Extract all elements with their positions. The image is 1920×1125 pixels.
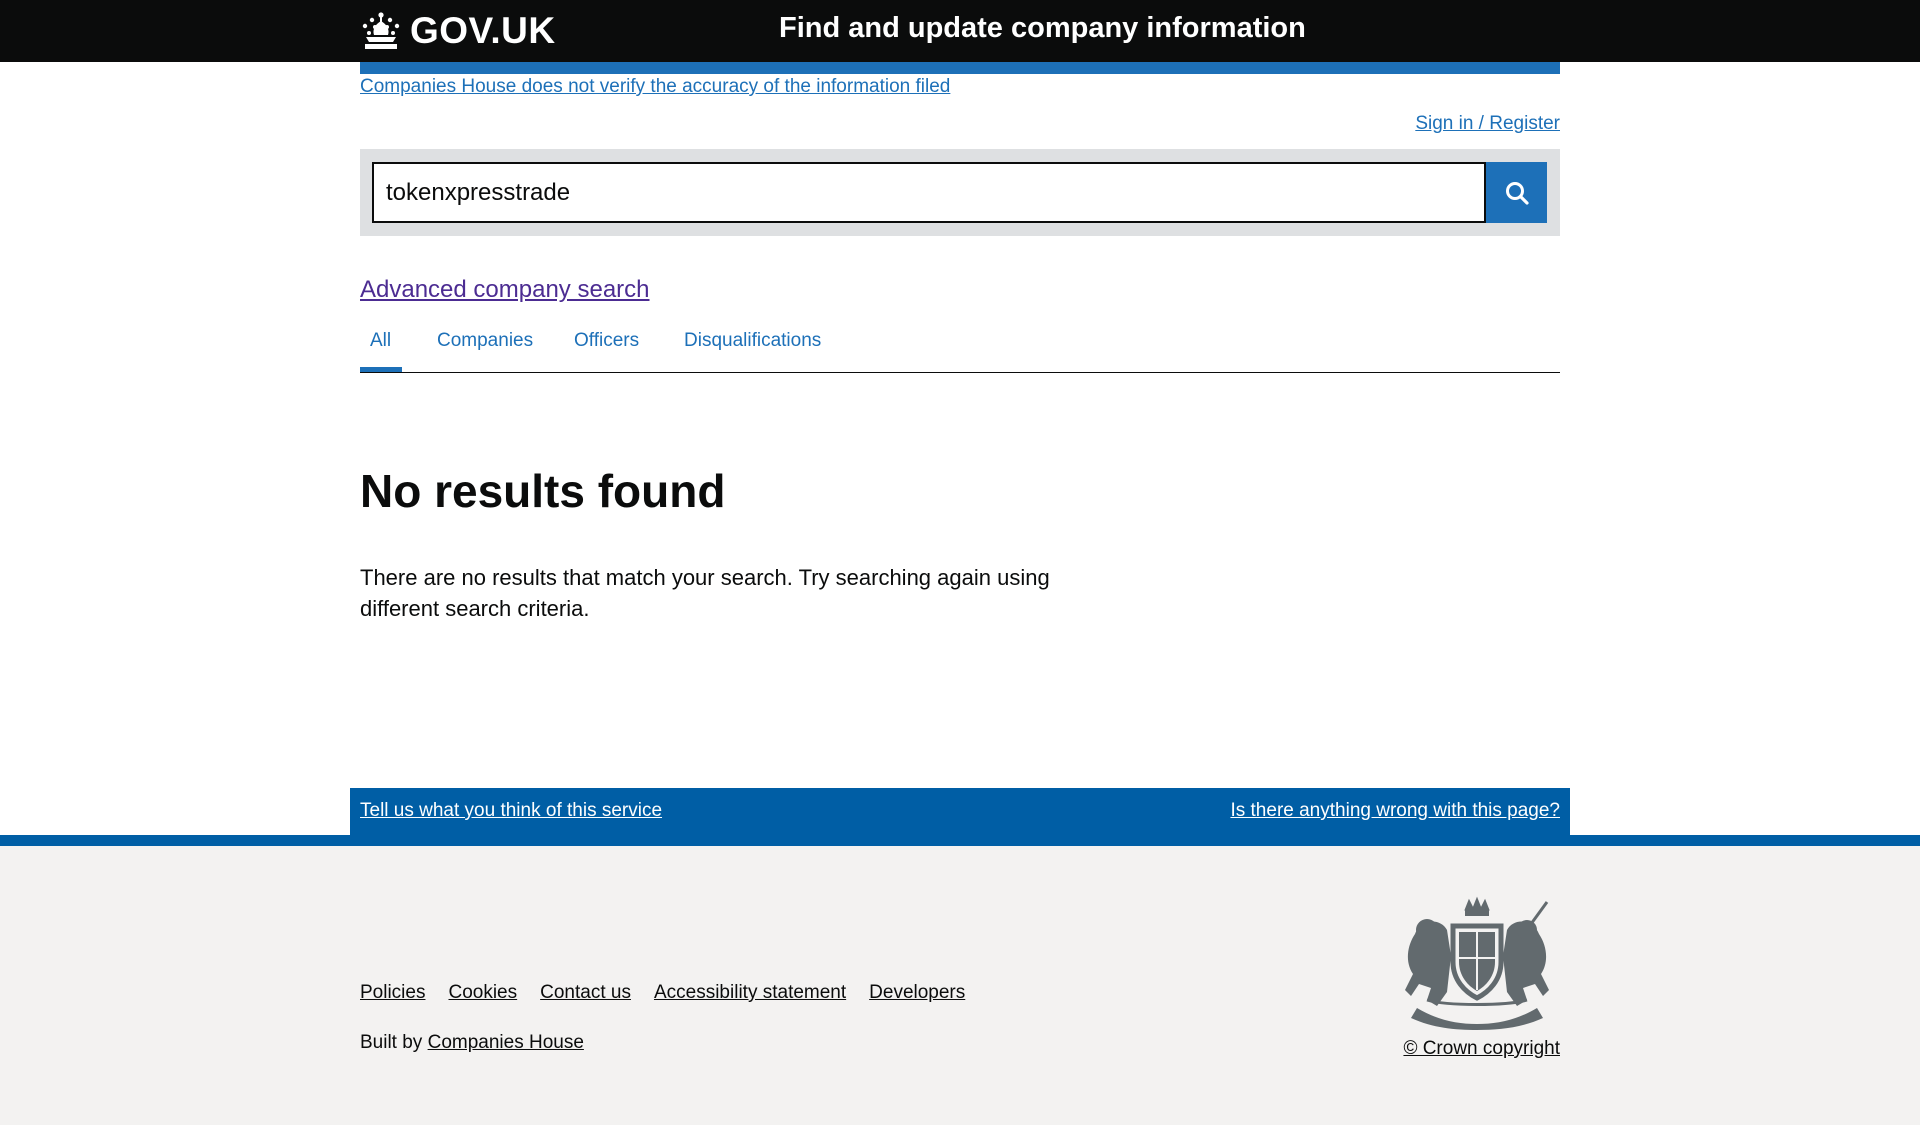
search-input[interactable] [372,162,1486,223]
built-by-prefix: Built by [360,1032,423,1053]
disclaimer-link[interactable]: Companies House does not verify the accu… [360,76,950,98]
royal-coat-of-arms-icon [1405,896,1549,1030]
service-feedback-link[interactable]: Tell us what you think of this service [360,800,662,822]
footer-links: Policies Cookies Contact us Accessibilit… [360,982,965,1004]
advanced-company-search-link[interactable]: Advanced company search [360,276,650,304]
crown-copyright-link[interactable]: © Crown copyright [1403,1038,1560,1060]
site-footer: Policies Cookies Contact us Accessibilit… [0,846,1920,1125]
companies-house-link[interactable]: Companies House [428,1032,584,1053]
search-panel [360,149,1560,236]
site-header: GOV.UK Find and update company informati… [0,0,1920,62]
search-type-tabs: All Companies Officers Disqualifications [360,324,1560,373]
footer-link-developers[interactable]: Developers [869,982,965,1004]
report-problem-link[interactable]: Is there anything wrong with this page? [1230,800,1560,822]
built-by-text: Built by Companies House [360,1032,584,1054]
no-results-message: There are no results that match your sea… [360,565,1050,621]
header-blue-rule [360,62,1560,74]
footer-link-cookies[interactable]: Cookies [448,982,517,1004]
tab-all[interactable]: All [370,330,391,352]
search-button[interactable] [1486,162,1547,223]
feedback-banner: Tell us what you think of this service I… [350,788,1570,835]
tab-disqualifications[interactable]: Disqualifications [684,330,821,352]
service-name-link[interactable]: Find and update company information [779,12,1306,45]
selected-tab-indicator [360,367,402,372]
page-title: No results found [360,465,726,517]
crown-icon [362,12,400,49]
footer-link-accessibility[interactable]: Accessibility statement [654,982,846,1004]
footer-link-policies[interactable]: Policies [360,982,425,1004]
logo-text: GOV.UK [410,10,556,51]
govuk-logo-link[interactable]: GOV.UK [360,8,556,54]
footer-link-contact-us[interactable]: Contact us [540,982,631,1004]
tab-companies[interactable]: Companies [437,330,533,352]
footer-top-rule [0,835,1920,846]
tab-officers[interactable]: Officers [574,330,639,352]
search-icon [1505,181,1529,205]
sign-in-register-link[interactable]: Sign in / Register [1415,113,1560,135]
